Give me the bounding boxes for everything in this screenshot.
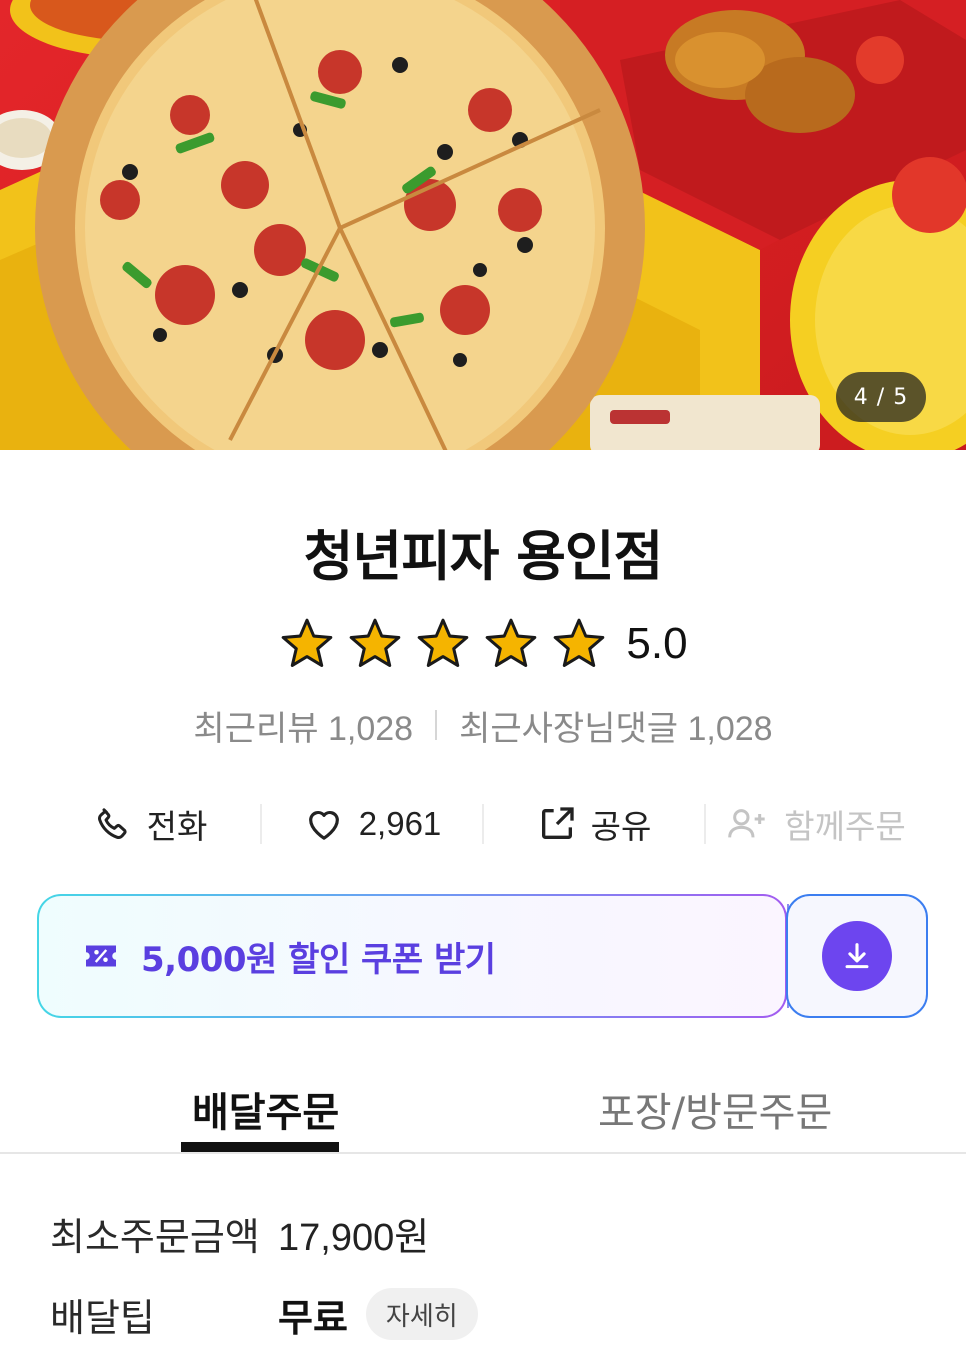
add-person-icon (728, 809, 765, 838)
min-order-row: 최소주문금액 17,900원 (50, 1206, 930, 1260)
group-order-label: 함께주문 (784, 808, 906, 845)
rating-stars (278, 616, 608, 672)
pizza-photo (0, 0, 966, 450)
store-hero-image[interactable]: 4 / 5 (0, 0, 966, 450)
delivery-tip-details-button[interactable]: 자세히 (365, 1288, 478, 1340)
recent-reviews-link[interactable]: 최근리뷰 1,028 (193, 701, 413, 750)
star-icon (554, 618, 605, 667)
divider (0, 1152, 966, 1154)
owner-replies-link[interactable]: 최근사장님댓글 1,028 (459, 701, 773, 750)
heart-icon (308, 810, 339, 840)
share-label: 공유 (590, 808, 652, 845)
star-icon (418, 618, 469, 667)
like-count: 2,961 (358, 805, 442, 842)
star-icon (282, 618, 333, 667)
store-action-bar: 전화 2,961 공유 함께주문 (40, 796, 926, 852)
delivery-tip-label: 배달팁 (50, 1295, 155, 1340)
tab-pickup[interactable]: 포장/방문주문 (518, 1070, 966, 1154)
delivery-tip-row: 배달팁 무료 자세히 (50, 1286, 930, 1342)
min-order-label: 최소주문금액 (50, 1214, 260, 1259)
share-button[interactable]: 공유 (484, 796, 704, 852)
star-icon (486, 618, 537, 667)
min-order-value: 17,900원 (278, 1216, 430, 1259)
call-label: 전화 (146, 808, 208, 845)
active-tab-indicator (181, 1142, 339, 1152)
coupon-banner[interactable]: 5,000원 할인 쿠폰 받기 (37, 894, 787, 1018)
download-icon (845, 943, 869, 969)
coupon-icon (86, 945, 116, 967)
share-icon (541, 807, 574, 839)
delivery-tip-value: 무료 (278, 1295, 348, 1340)
image-counter-badge: 4 / 5 (836, 372, 926, 422)
coupon-label: 5,000원 할인 쿠폰 받기 (141, 939, 496, 980)
call-button[interactable]: 전화 (40, 796, 260, 852)
rating-row: 5.0 (0, 612, 966, 676)
like-button[interactable]: 2,961 (262, 796, 482, 852)
order-type-tabs: 배달주문 포장/방문주문 (0, 1070, 966, 1154)
coupon-download-button[interactable] (786, 894, 928, 1018)
phone-icon (97, 808, 127, 839)
rating-value: 5.0 (626, 619, 688, 668)
divider (435, 710, 438, 740)
group-order-button[interactable]: 함께주문 (706, 796, 926, 852)
star-icon (350, 618, 401, 667)
store-name: 청년피자 용인점 (303, 525, 664, 588)
review-stats: 최근리뷰 1,028 최근사장님댓글 1,028 (0, 702, 966, 748)
